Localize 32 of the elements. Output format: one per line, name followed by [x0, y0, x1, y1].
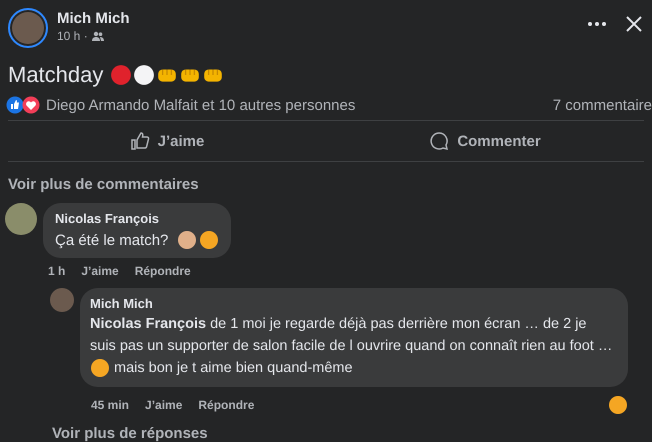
- comments-count[interactable]: 7 commentaire: [552, 96, 652, 114]
- post-time[interactable]: 10 h ·: [57, 29, 88, 43]
- post-text: Matchday: [8, 62, 104, 88]
- comment-text: mais bon je t aime bien quand-même: [114, 359, 353, 378]
- like-link[interactable]: J’aime: [81, 264, 119, 278]
- heart-reaction-icon: [22, 96, 40, 114]
- circle-icon: [110, 64, 132, 86]
- profile-avatar[interactable]: [8, 8, 48, 48]
- more-comments-link[interactable]: Voir plus de commentaires: [8, 176, 199, 193]
- comment-button[interactable]: Commenter: [326, 123, 644, 159]
- circle-icon: [133, 64, 156, 86]
- like-reaction-icon: [6, 96, 24, 114]
- friends-icon: [92, 31, 104, 41]
- comment-time[interactable]: 45 min: [91, 398, 130, 412]
- reactions-summary[interactable]: Diego Armando Malfait et 10 autres personnes: [46, 96, 553, 114]
- thumbs-up-icon: [130, 131, 150, 151]
- comment-text: Ça été le match?: [55, 232, 168, 248]
- commenter-avatar[interactable]: [5, 203, 37, 235]
- comment-text: Nicolas François de 1 moi je regarde déjà pas derrière mon écran … de 2 je suis pas un supporter de salon facile de l ouvrire quand on connaît rien au foot …: [90, 315, 614, 356]
- reply-link[interactable]: Répondre: [134, 264, 191, 278]
- close-icon[interactable]: [626, 16, 642, 32]
- like-button[interactable]: J’aime: [8, 123, 326, 159]
- reply-link[interactable]: Répondre: [198, 398, 254, 412]
- more-options-icon[interactable]: [588, 22, 606, 26]
- commenter-name[interactable]: Nicolas François: [55, 211, 219, 226]
- like-link[interactable]: J’aime: [145, 398, 182, 412]
- author-name[interactable]: Mich Mich: [57, 10, 579, 27]
- commenter-avatar[interactable]: [50, 288, 74, 312]
- speech-bubble-icon: [429, 131, 450, 151]
- more-replies-link[interactable]: Voir plus de réponses: [52, 425, 208, 442]
- commenter-name[interactable]: Mich Mich: [90, 296, 616, 311]
- comment-time[interactable]: 1 h: [48, 264, 66, 278]
